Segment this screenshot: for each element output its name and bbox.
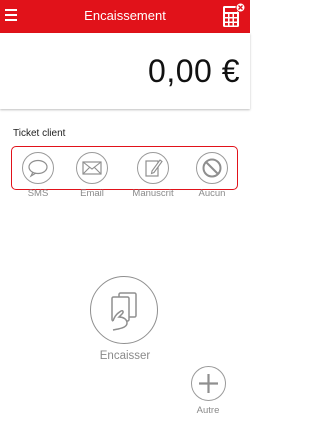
encaisser-icon-circle — [90, 276, 158, 344]
sms-icon-circle — [22, 152, 54, 184]
manuscrit-label: Manuscrit — [132, 188, 174, 199]
top-app-bar: Encaissement — [0, 0, 250, 33]
ticket-option-aucun[interactable]: Aucun — [187, 152, 237, 199]
amount-value: 0,00 € — [148, 53, 240, 89]
calculator-button[interactable] — [220, 2, 246, 30]
speech-bubble-icon — [28, 159, 48, 178]
page-title: Encaissement — [84, 8, 166, 23]
calculator-icon — [223, 2, 246, 27]
sms-label: SMS — [27, 188, 49, 199]
ticket-option-sms[interactable]: SMS — [13, 152, 63, 199]
card-hand-icon — [111, 292, 137, 331]
ticket-option-email[interactable]: Email — [67, 152, 117, 199]
plus-icon — [198, 374, 218, 393]
aucun-icon-circle — [196, 152, 228, 184]
ticket-option-manuscrit[interactable]: Manuscrit — [128, 152, 178, 199]
autre-icon-circle — [190, 366, 226, 401]
encaisser-label: Encaisser — [99, 350, 151, 362]
amount-display-panel: 0,00 € — [0, 33, 250, 109]
encaisser-button[interactable]: Encaisser — [90, 276, 160, 362]
prohibited-icon — [202, 158, 222, 178]
ticket-section-label: Ticket client — [13, 128, 66, 139]
email-icon-circle — [76, 152, 108, 184]
manuscrit-icon-circle — [137, 152, 169, 184]
aucun-label: Aucun — [198, 188, 226, 199]
close-badge-icon — [235, 2, 246, 13]
autre-button[interactable]: Autre — [190, 366, 226, 416]
envelope-icon — [82, 161, 102, 175]
email-label: Email — [80, 188, 104, 199]
pen-paper-icon — [145, 159, 163, 177]
autre-label: Autre — [196, 405, 220, 416]
